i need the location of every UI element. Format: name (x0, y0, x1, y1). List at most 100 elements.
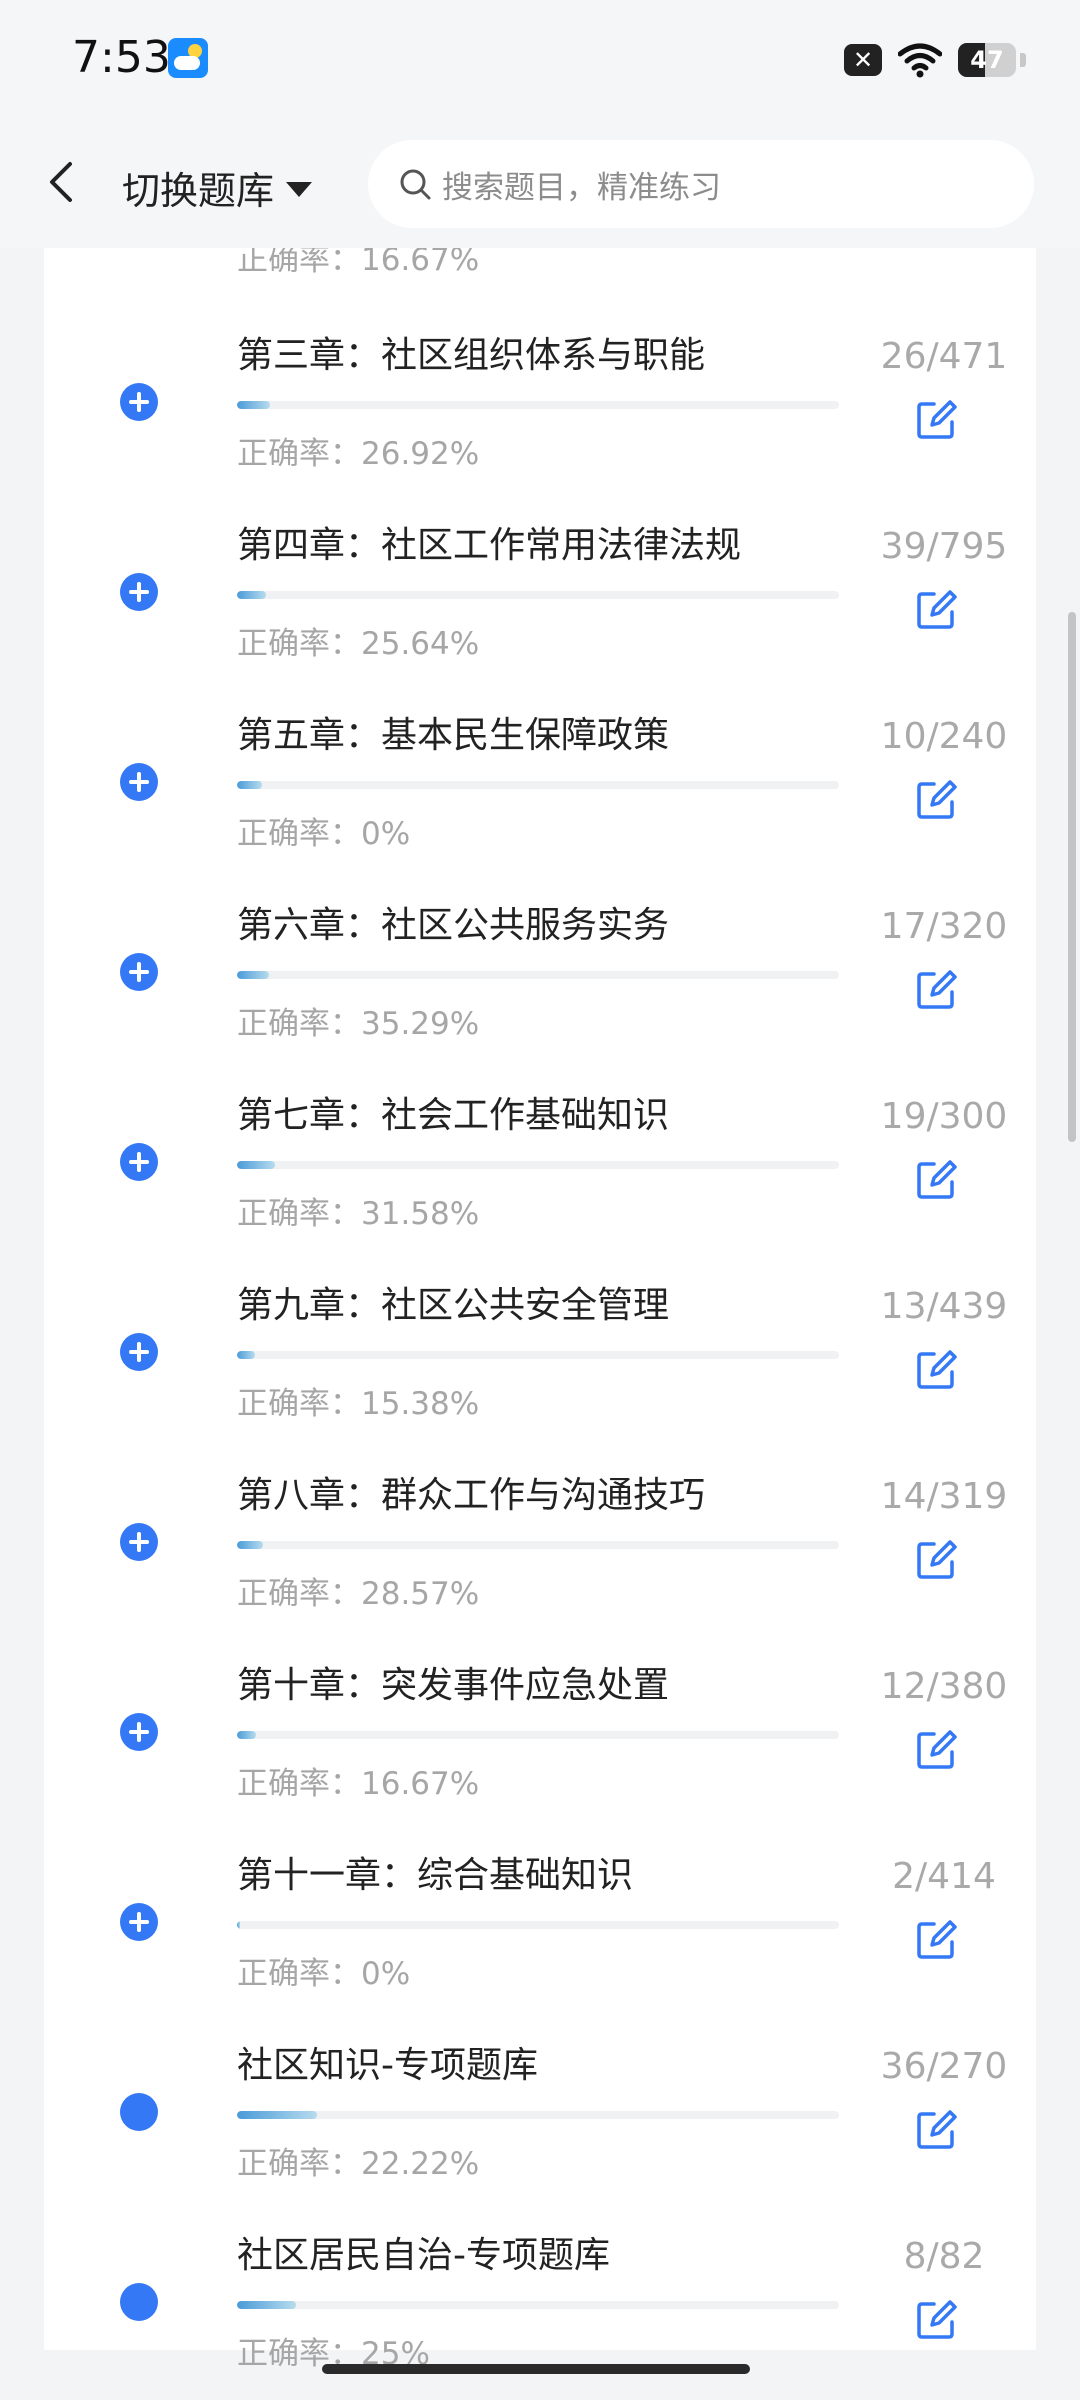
search-icon (400, 169, 431, 200)
edit-icon[interactable] (914, 2298, 958, 2342)
search-input[interactable]: 搜索题目，精准练习 (368, 140, 1034, 228)
accuracy-text: 正确率：28.57% (237, 1576, 480, 1612)
expand-plus-icon[interactable] (120, 1143, 158, 1181)
chapter-row[interactable]: 社区知识-专项题库正确率：22.22% 36/270 (44, 2008, 1036, 2198)
edit-icon[interactable] (914, 1538, 958, 1582)
expand-plus-icon[interactable] (120, 1333, 158, 1371)
chapter-title: 第十章：突发事件应急处置 (237, 1665, 670, 1706)
switch-bank-label: 切换题库 (122, 169, 275, 213)
chapter-title: 第三章：社区组织体系与职能 (237, 335, 706, 376)
progress-count: 2/414 (892, 1856, 996, 1897)
progress-track (237, 971, 839, 979)
chapter-title: 社区居民自治-专项题库 (237, 2235, 610, 2276)
weather-icon (168, 38, 208, 78)
progress-count: 17/320 (880, 906, 1008, 947)
accuracy-text: 正确率：22.22% (237, 2146, 480, 2182)
chapter-row[interactable]: 第九章：社区公共安全管理正确率：15.38% 13/439 (44, 1248, 1036, 1438)
scrollbar[interactable] (1068, 612, 1076, 1142)
progress-count: 14/319 (880, 1476, 1008, 1517)
edit-icon[interactable] (914, 1728, 958, 1772)
progress-track (237, 2111, 839, 2119)
edit-icon[interactable] (914, 968, 958, 1012)
caret-down-icon (286, 182, 313, 197)
dot-icon[interactable] (120, 2093, 158, 2131)
edit-icon[interactable] (914, 398, 958, 442)
expand-plus-icon[interactable] (120, 763, 158, 801)
expand-plus-icon[interactable] (120, 383, 158, 421)
chapter-title: 第五章：基本民生保障政策 (237, 715, 670, 756)
status-icons: ✕ 47 (844, 38, 1026, 82)
chapter-row[interactable]: 第六章：社区公共服务实务 正确率：35.29% 17/320 (44, 868, 1036, 1058)
progress-track (237, 401, 839, 409)
progress-fill (237, 2301, 296, 2309)
top-bar: 切换题库 搜索题目，精准练习 (0, 120, 1080, 248)
progress-track (237, 1351, 839, 1359)
wifi-icon (898, 43, 942, 78)
edit-icon[interactable] (914, 1158, 958, 1202)
accuracy-text: 正确率：25.64% (237, 626, 480, 662)
progress-fill (237, 1161, 275, 1169)
chapter-row[interactable]: 第十一章：综合基础知识正确率：0% 2/414 (44, 1818, 1036, 2008)
status-time: 7:53 (72, 32, 171, 83)
chapter-title: 社区知识-专项题库 (237, 2045, 538, 2086)
chapter-row[interactable]: 第八章：群众工作与沟通技巧正确率：28.57% 14/319 (44, 1438, 1036, 1628)
battery-level: 47 (970, 46, 1004, 74)
progress-count: 36/270 (880, 2046, 1008, 2087)
chapter-row[interactable]: 第四章：社区工作常用法律法规正确率：25.64% 39/795 (44, 488, 1036, 678)
progress-count: 26/471 (880, 336, 1008, 377)
expand-plus-icon[interactable] (120, 1903, 158, 1941)
progress-fill (237, 1921, 240, 1929)
chapter-row[interactable]: 第十章：突发事件应急处置 正确率：16.67% 12/380 (44, 1628, 1036, 1818)
progress-fill (237, 781, 263, 789)
progress-count: 39/795 (880, 526, 1008, 567)
expand-plus-icon[interactable] (120, 1713, 158, 1751)
accuracy-text: 正确率：0% (237, 816, 411, 852)
dot-icon[interactable] (120, 2283, 158, 2321)
home-indicator[interactable] (322, 2364, 750, 2374)
expand-plus-icon[interactable] (120, 573, 158, 611)
progress-count: 13/439 (880, 1286, 1008, 1327)
edit-icon[interactable] (914, 1348, 958, 1392)
progress-count: 10/240 (880, 716, 1008, 757)
switch-bank-dropdown[interactable]: 切换题库 (122, 160, 313, 215)
edit-icon[interactable] (914, 778, 958, 822)
progress-count: 8/82 (903, 2236, 985, 2277)
edit-icon[interactable] (914, 588, 958, 632)
progress-count: 19/300 (880, 1096, 1008, 1137)
progress-fill (237, 591, 267, 599)
chapter-row[interactable]: 第七章：社会工作基础知识正确率：31.58% 19/300 (44, 1058, 1036, 1248)
accuracy-text: 正确率：26.92% (237, 436, 480, 472)
battery-tip (1020, 53, 1026, 67)
accuracy-text: 正确率：31.58% (237, 1196, 480, 1232)
status-bar: 7:53 ✕ 47 (0, 0, 1080, 120)
progress-fill (237, 971, 269, 979)
chapter-row[interactable]: 第三章：社区组织体系与职能正确率：26.92% 26/471 (44, 298, 1036, 488)
progress-track (237, 781, 839, 789)
expand-plus-icon[interactable] (120, 1523, 158, 1561)
progress-track (237, 1541, 839, 1549)
progress-fill (237, 1541, 264, 1549)
search-placeholder: 搜索题目，精准练习 (442, 169, 721, 206)
progress-track (237, 1731, 839, 1739)
expand-plus-icon[interactable] (120, 953, 158, 991)
progress-track (237, 1921, 839, 1929)
accuracy-text: 正确率：35.29% (237, 1006, 480, 1042)
progress-track (237, 1161, 839, 1169)
chapter-title: 第四章：社区工作常用法律法规 (237, 525, 742, 566)
edit-icon[interactable] (914, 2108, 958, 2152)
chapter-title: 第八章：群众工作与沟通技巧 (237, 1475, 706, 1516)
chapter-row[interactable]: 社区居民自治-专项题库 正确率：25% 8/82 (44, 2198, 1036, 2388)
accuracy-text: 正确率：16.67% (237, 1766, 480, 1802)
accuracy-text: 正确率：15.38% (237, 1386, 480, 1422)
progress-fill (237, 401, 271, 409)
chapter-title: 第十一章：综合基础知识 (237, 1855, 634, 1896)
chapter-title: 第九章：社区公共安全管理 (237, 1285, 670, 1326)
chapter-row[interactable]: 第五章：基本民生保障政策正确率：0% 10/240 (44, 678, 1036, 868)
accuracy-text: 正确率：0% (237, 1956, 411, 1992)
chapter-title: 第七章：社会工作基础知识 (237, 1095, 670, 1136)
edit-icon[interactable] (914, 1918, 958, 1962)
progress-fill (237, 2111, 318, 2119)
battery-icon: 47 (958, 43, 1016, 77)
progress-fill (237, 1731, 257, 1739)
back-arrow-icon[interactable] (42, 158, 82, 206)
